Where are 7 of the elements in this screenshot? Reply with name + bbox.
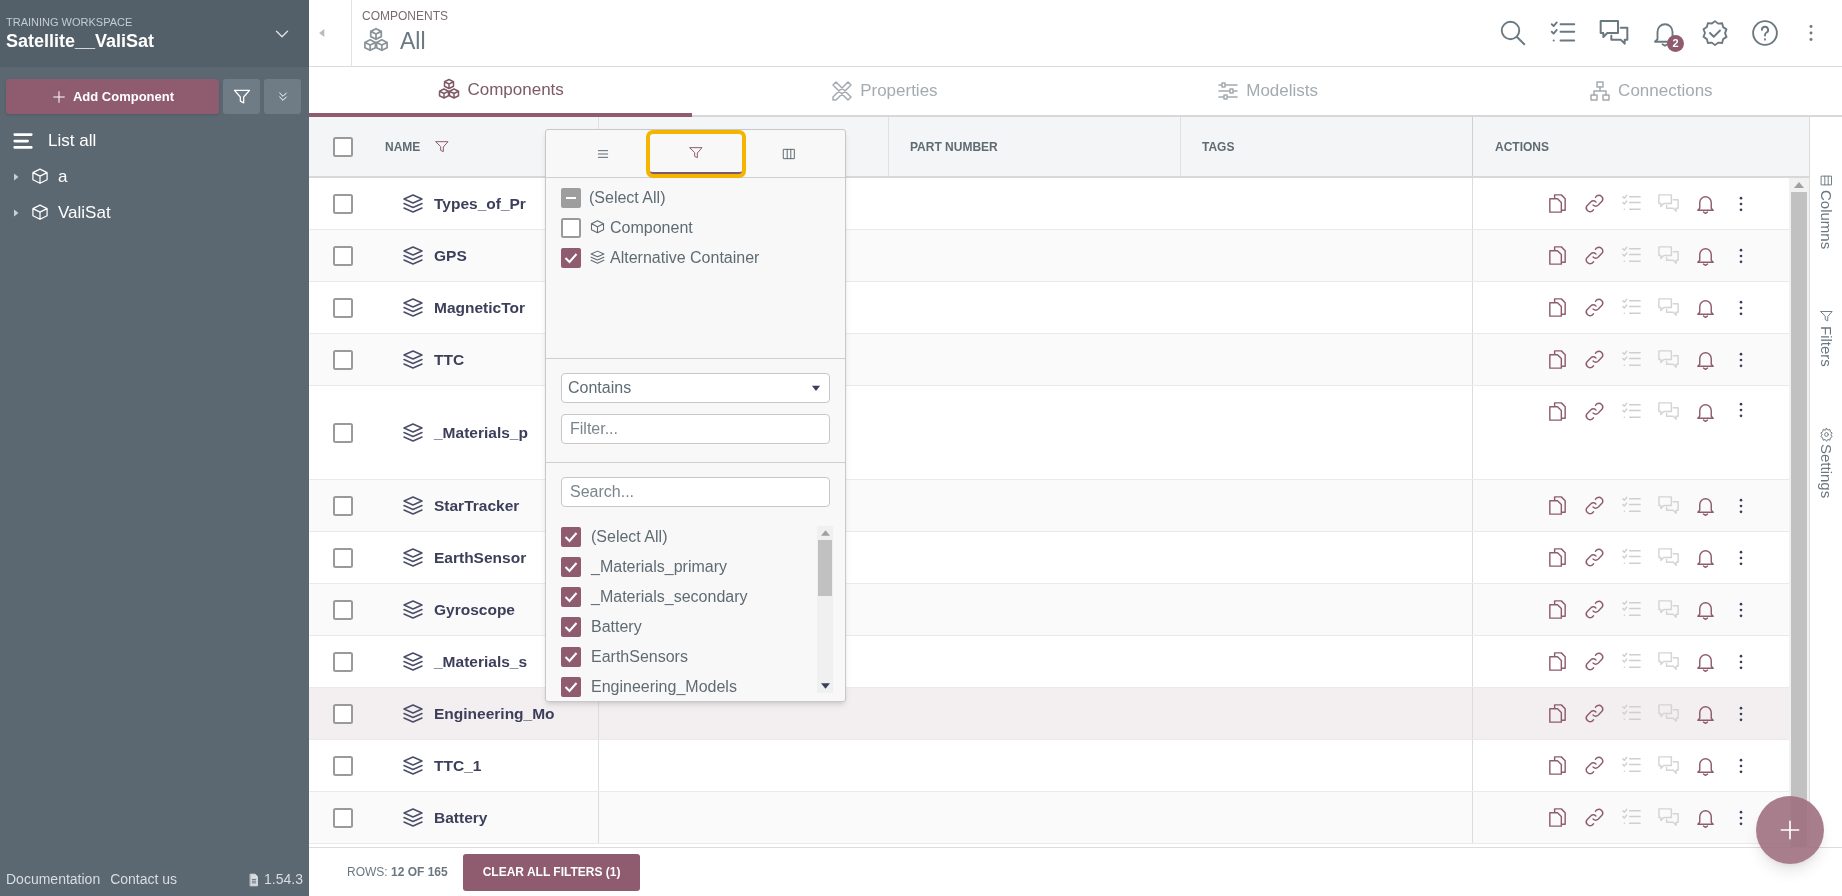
section-label: COMPONENTS [362, 8, 448, 24]
notification-badge: 2 [1667, 35, 1684, 52]
row-count: ROWS: 12 OF 165 [347, 864, 448, 881]
page-title: All [400, 27, 426, 56]
workspace-name: Satellite__ValiSat [6, 29, 155, 53]
workspace-label: TRAINING WORKSPACE [6, 14, 134, 29]
version-text: 1.54.3 [264, 870, 303, 889]
